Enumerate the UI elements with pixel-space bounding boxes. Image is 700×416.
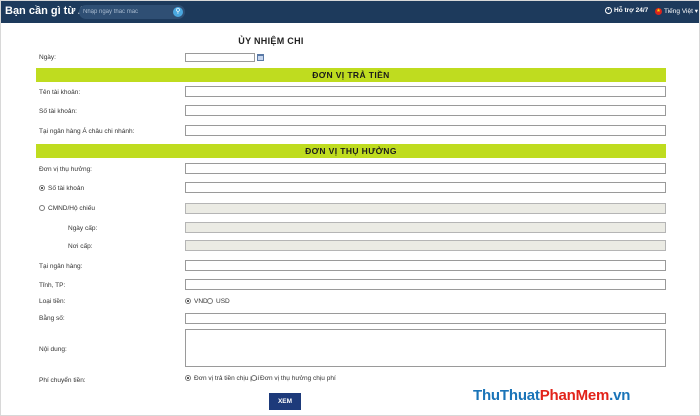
date-field[interactable] xyxy=(185,53,255,69)
issue-place-field xyxy=(185,240,666,257)
view-button[interactable]: XEM xyxy=(269,393,301,410)
issue-place-label: Nơi cấp: xyxy=(68,243,93,250)
branch-input[interactable] xyxy=(186,133,665,142)
fee-beneficiary-radio[interactable] xyxy=(251,375,257,381)
issue-date-field xyxy=(185,222,666,239)
page-frame: Bạn cần gì từ ACB? ⚲ •Hỗ trợ 24/7 ★Tiếng… xyxy=(0,0,700,416)
search-box[interactable]: ⚲ xyxy=(79,5,185,19)
support-label: Hỗ trợ 24/7 xyxy=(614,7,649,15)
content-label: Nội dung: xyxy=(39,346,67,353)
fee-label: Phí chuyển tiền: xyxy=(39,377,86,384)
id-card-input xyxy=(186,211,665,220)
chevron-down-icon: ▾ xyxy=(694,8,698,15)
language-label: Tiếng Việt xyxy=(664,8,693,15)
issue-date-label: Ngày cấp: xyxy=(68,225,98,232)
account-number-input[interactable] xyxy=(186,113,665,122)
support-link[interactable]: • Hỗ trợ 24/7 xyxy=(605,7,648,14)
calendar-icon[interactable] xyxy=(257,54,264,61)
branch-label: Tại ngân hàng Á châu chi nhánh: xyxy=(39,128,135,135)
beneficiary-section-header: ĐƠN VỊ THỤ HƯỞNG xyxy=(36,144,666,158)
account-name-field[interactable] xyxy=(185,86,666,103)
watermark-part3: .vn xyxy=(609,387,631,404)
province-field[interactable] xyxy=(185,279,666,296)
beneficiary-unit-label: Đơn vị thụ hưởng: xyxy=(39,166,92,173)
currency-vnd-radio[interactable] xyxy=(185,298,191,304)
currency-usd-radio[interactable] xyxy=(207,298,213,304)
top-bar: Bạn cần gì từ ACB? ⚲ •Hỗ trợ 24/7 ★Tiếng… xyxy=(1,1,699,23)
province-label: Tỉnh, TP: xyxy=(39,282,66,289)
bank-label: Tại ngân hàng: xyxy=(39,263,83,270)
content-textarea[interactable] xyxy=(186,330,665,366)
account-number-radio[interactable] xyxy=(39,185,45,191)
watermark-part1: ThuThuat xyxy=(473,387,540,404)
vietnam-flag-icon: ★ xyxy=(655,7,662,15)
bank-input[interactable] xyxy=(186,268,665,277)
beneficiary-account-input[interactable] xyxy=(186,190,665,199)
beneficiary-unit-input[interactable] xyxy=(186,171,665,180)
currency-vnd-label: VND xyxy=(194,298,208,305)
amount-in-words-label: Bằng số: xyxy=(39,315,65,322)
watermark: ThuThuatPhanMem.vn xyxy=(473,387,630,404)
bank-field[interactable] xyxy=(185,260,666,277)
fee-beneficiary-label: Đơn vị thụ hưởng chịu phí xyxy=(260,375,336,382)
search-icon[interactable]: ⚲ xyxy=(173,7,183,17)
payer-section-header: ĐƠN VỊ TRẢ TIỀN xyxy=(36,68,666,82)
account-number-option-label: Số tài khoản xyxy=(48,185,85,192)
amount-field[interactable] xyxy=(185,313,666,330)
fee-payer-label: Đơn vị trả tiền chịu phí xyxy=(194,375,260,382)
language-selector[interactable]: ★ Tiếng Việt ▾ xyxy=(655,7,698,15)
issue-place-input xyxy=(186,248,665,257)
date-label: Ngày: xyxy=(39,54,56,61)
fee-payer-radio[interactable] xyxy=(185,375,191,381)
issue-date-input xyxy=(186,230,665,239)
page-title: ỦY NHIỆM CHI xyxy=(238,36,304,46)
id-card-option-label: CMND/Hộ chiếu xyxy=(48,205,95,212)
beneficiary-account-field[interactable] xyxy=(185,182,666,199)
id-card-field xyxy=(185,203,666,220)
clock-icon: • xyxy=(605,7,612,14)
account-number-label: Số tài khoản: xyxy=(39,108,77,115)
account-name-input[interactable] xyxy=(186,94,665,103)
account-name-label: Tên tài khoản: xyxy=(39,89,81,96)
branch-field[interactable] xyxy=(185,125,666,142)
id-card-radio[interactable] xyxy=(39,205,45,211)
beneficiary-unit-field[interactable] xyxy=(185,163,666,180)
currency-usd-label: USD xyxy=(216,298,230,305)
search-input[interactable] xyxy=(83,6,169,18)
content-field[interactable] xyxy=(185,329,666,367)
currency-label: Loại tiền: xyxy=(39,298,66,305)
watermark-part2: PhanMem xyxy=(539,387,610,404)
account-number-field[interactable] xyxy=(185,105,666,122)
province-input[interactable] xyxy=(186,287,665,296)
